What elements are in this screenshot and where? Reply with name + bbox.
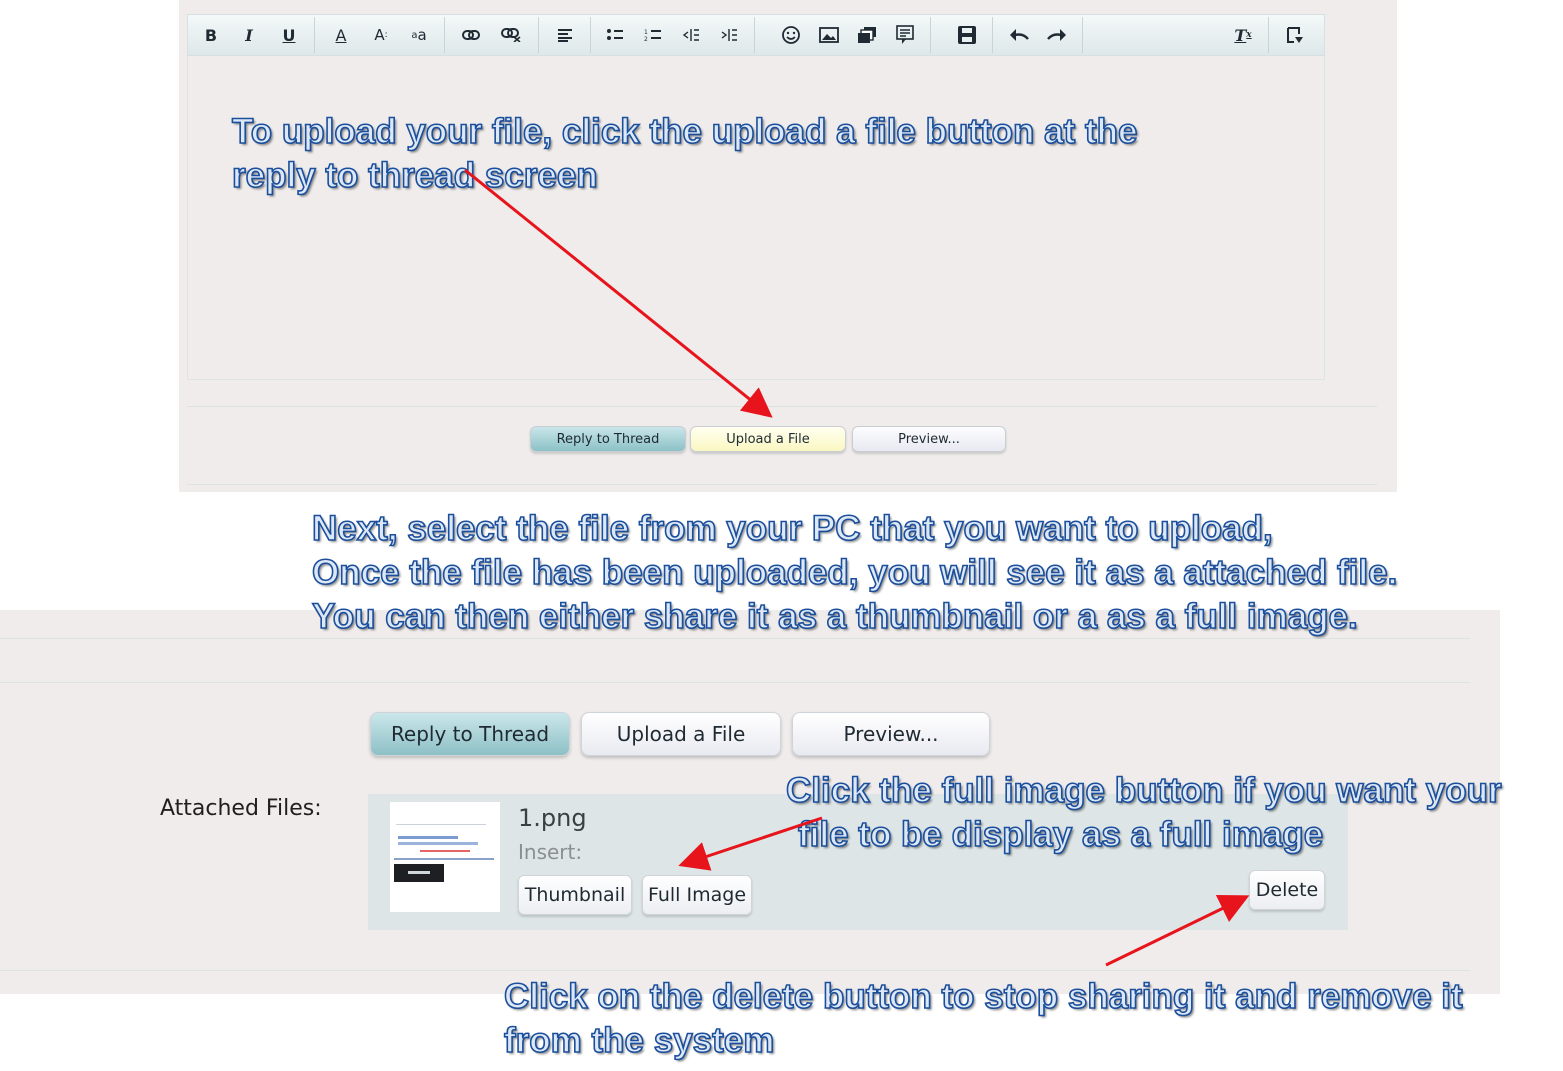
redo-icon [1047,29,1066,41]
save-draft-button[interactable] [954,21,980,49]
divider [0,682,1470,683]
undo-button[interactable] [1006,21,1032,49]
smiley-icon [782,26,800,44]
bold-icon: B [204,25,218,45]
undo-icon [1010,29,1029,41]
font-color-button[interactable]: A [328,21,354,49]
underline-icon: U [282,25,296,45]
divider [187,484,1377,485]
insert-link-button[interactable] [458,21,484,49]
underline-button[interactable]: U [276,21,302,49]
bullet-list-button[interactable] [602,21,628,49]
indent-icon [721,29,737,41]
quote-icon [896,25,914,44]
delete-instruction-annotation: Click on the delete button to stop shari… [503,975,1463,1063]
toolbar-separator [538,17,539,53]
divider [187,406,1377,407]
reply-to-thread-button[interactable]: Reply to Thread [530,426,686,452]
insert-full-image-button[interactable]: Full Image [642,875,752,915]
toolbar-separator [314,17,315,53]
numbered-list-button[interactable]: 12 [640,21,666,49]
thumbnail-preview-image [394,824,494,882]
annotation-line: Next, select the file from your PC that … [311,508,1273,549]
annotation-line: reply to thread screen [231,155,598,196]
annotation-line: Once the file has been uploaded, you wil… [311,552,1398,593]
divider [0,970,1470,971]
svg-text:1: 1 [644,29,648,36]
font-color-icon: A [335,25,347,45]
insert-media-button[interactable] [854,21,880,49]
toolbar-separator [444,17,445,53]
align-button[interactable] [552,21,578,49]
preview-button[interactable]: Preview... [852,426,1006,452]
remove-link-button[interactable] [498,21,524,49]
switch-editor-mode-button[interactable] [1282,21,1308,49]
remove-format-button[interactable]: Tx [1230,21,1256,49]
font-size-button[interactable]: A: [368,21,394,49]
attached-files-label: Attached Files: [160,796,322,821]
annotation-line: Click on the delete button to stop shari… [503,976,1463,1017]
upload-file-button[interactable]: Upload a File [690,426,846,452]
align-left-icon [558,29,572,42]
insert-image-button[interactable] [816,21,842,49]
file-name: 1.png [518,804,587,832]
file-thumbnail [390,802,500,912]
indent-button[interactable] [716,21,742,49]
full-image-instruction-annotation: Click the full image button if you want … [785,769,1502,857]
select-file-instruction-annotation: Next, select the file from your PC that … [311,507,1398,639]
text-case-button[interactable]: aa [406,21,432,49]
upload-file-button[interactable]: Upload a File [581,712,781,756]
annotation-line: from the system [503,1020,775,1061]
remove-format-icon: T [1234,25,1247,45]
smiley-button[interactable] [778,21,804,49]
text-case-icon: a [417,26,427,44]
reply-editor-panel: B I U A A: aa 12 T x Reply to Thread Upl… [179,0,1397,492]
media-icon [858,27,876,43]
toolbar-separator [1268,17,1269,53]
italic-icon: I [245,25,253,45]
insert-label: Insert: [518,840,583,864]
editor-toolbar: B I U A A: aa 12 T x [187,14,1325,56]
upload-instruction-annotation: To upload your file, click the upload a … [231,110,1138,198]
insert-quote-button[interactable] [892,21,918,49]
annotation-line: Click the full image button if you want … [785,770,1502,811]
toolbar-separator [992,17,993,53]
toolbar-separator [930,17,931,53]
annotation-line: file to be display as a full image [797,814,1324,855]
message-text-area[interactable] [187,56,1325,380]
bold-button[interactable]: B [198,21,224,49]
svg-text:2: 2 [644,36,648,42]
font-size-icon: A [374,26,385,44]
toolbar-separator [590,17,591,53]
bullet-list-icon [607,29,623,40]
delete-file-button[interactable]: Delete [1249,870,1325,910]
toolbar-separator [1082,17,1083,53]
redo-button[interactable] [1044,21,1070,49]
reply-to-thread-button[interactable]: Reply to Thread [370,712,570,756]
outdent-button[interactable] [678,21,704,49]
italic-button[interactable]: I [236,21,262,49]
image-icon [819,27,839,43]
outdent-icon [682,29,699,41]
annotation-line: To upload your file, click the upload a … [231,111,1138,152]
insert-thumbnail-button[interactable]: Thumbnail [518,875,632,915]
toolbar-separator [754,17,755,53]
preview-button[interactable]: Preview... [792,712,990,756]
numbered-list-icon: 12 [644,29,661,42]
link-icon [462,30,480,40]
switch-mode-icon [1287,27,1303,43]
unlink-icon [501,28,521,42]
annotation-line: You can then either share it as a thumbn… [311,596,1358,637]
save-icon [958,26,976,44]
